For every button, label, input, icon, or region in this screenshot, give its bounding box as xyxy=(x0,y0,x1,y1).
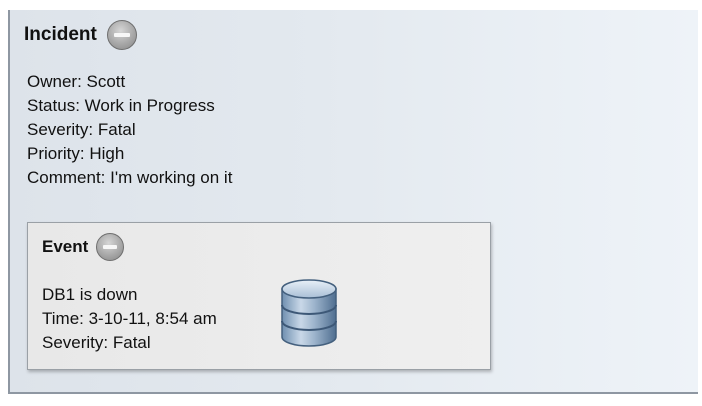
event-title: Event xyxy=(42,237,89,256)
incident-panel: Incident Owner: Scott Status: Work in Pr… xyxy=(8,10,698,394)
incident-priority: Priority: High xyxy=(27,144,125,163)
event-box: Event DB1 is down Time: 3-10-11, 8:54 am… xyxy=(27,222,491,370)
incident-header: Incident xyxy=(24,20,137,50)
incident-owner: Owner: Scott xyxy=(27,72,126,91)
incident-comment: Comment: I'm working on it xyxy=(27,168,233,187)
incident-collapse-icon[interactable] xyxy=(106,20,137,50)
event-time: Time: 3-10-11, 8:54 am xyxy=(42,309,217,328)
event-details: DB1 is down Time: 3-10-11, 8:54 am Sever… xyxy=(42,283,217,355)
incident-severity: Severity: Fatal xyxy=(27,120,136,139)
event-severity: Severity: Fatal xyxy=(42,333,151,352)
incident-details: Owner: Scott Status: Work in Progress Se… xyxy=(27,70,232,190)
incident-status: Status: Work in Progress xyxy=(27,96,215,115)
event-description: DB1 is down xyxy=(42,285,138,304)
event-collapse-icon[interactable] xyxy=(96,233,125,261)
incident-title: Incident xyxy=(24,24,97,45)
event-header: Event xyxy=(42,233,125,261)
database-icon xyxy=(281,279,337,347)
